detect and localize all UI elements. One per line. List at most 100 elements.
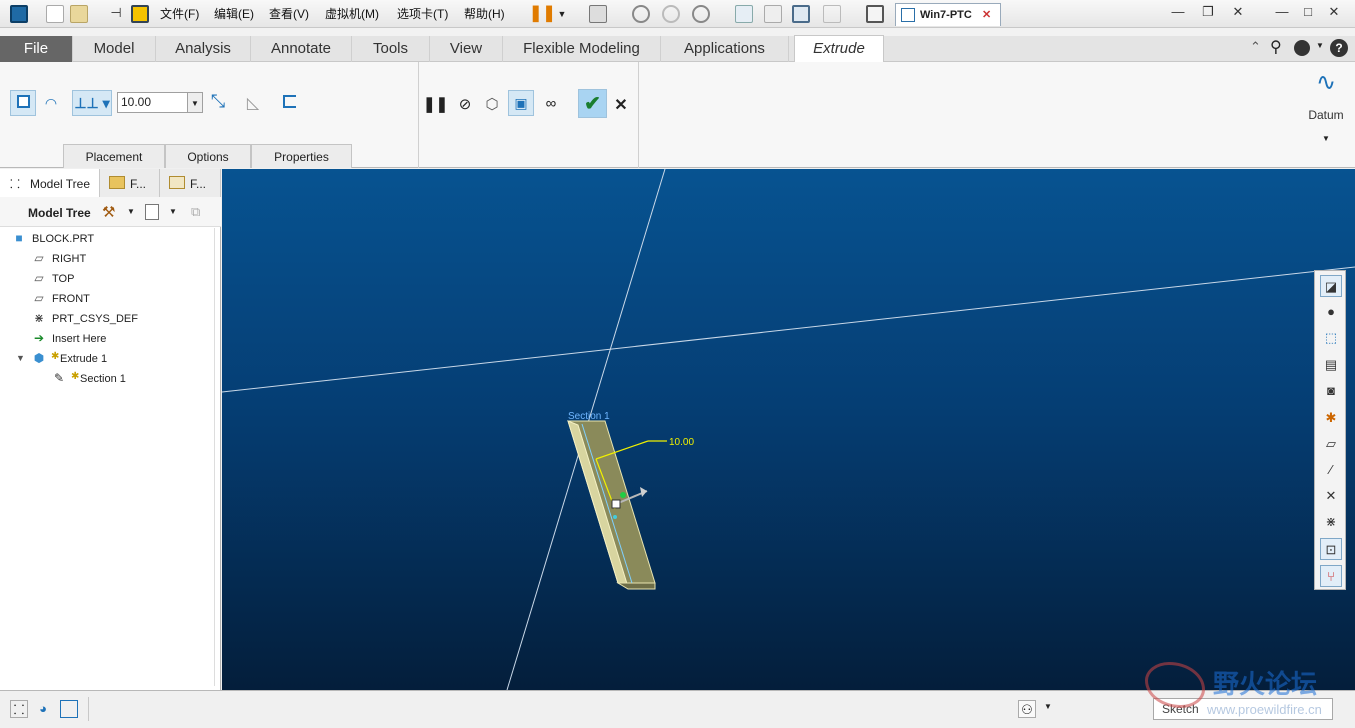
search-icon[interactable]: ⚲ [1270,37,1282,57]
csys-display-button[interactable]: ⋇ [1320,511,1342,533]
find-chevron-icon[interactable]: ▼ [1044,702,1052,711]
preview-feature-button[interactable]: ▣ [508,90,534,116]
settings-chevron-icon[interactable]: ▼ [127,207,135,216]
tab-folder-browser[interactable]: F... [100,169,160,197]
vm-restore-button[interactable]: ❐ [1196,4,1220,22]
tree-item[interactable]: ✎ ✱ Section 1 [0,370,210,388]
ok-button[interactable]: ✔ [578,89,607,118]
settings-hammer-icon[interactable]: ⚒ [102,203,115,221]
snapshot-icon[interactable] [632,5,650,23]
menu-help[interactable]: 帮助(H) [464,5,505,22]
tree-item[interactable]: ▼ ⬢ ✱ Extrude 1 [0,350,210,368]
unity-icon[interactable] [823,5,841,23]
new-file-icon[interactable] [46,5,64,23]
point-display-button[interactable]: ✕ [1320,485,1342,507]
flip-direction-button[interactable]: ⤡ [205,90,231,116]
console-view-icon[interactable] [866,5,884,23]
appearance-button[interactable]: ● [1320,301,1342,323]
app-maximize-button[interactable]: □ [1296,4,1320,22]
tab-placement[interactable]: Placement [63,144,165,168]
vm-close-button[interactable]: ✕ [1226,4,1250,22]
selection-filter-select[interactable]: Sketch [1153,698,1333,720]
perspective-button[interactable]: ◙ [1320,380,1342,402]
menu-edit[interactable]: 编辑(E) [214,5,254,22]
pin-icon[interactable]: ⊣ [107,5,125,23]
surface-extrude-button[interactable]: ◠ [38,90,64,116]
info-icon[interactable]: ? [1330,39,1348,57]
annotation-display-button[interactable]: ⑂ [1320,565,1342,587]
tab-options[interactable]: Options [165,144,251,168]
tree-item[interactable]: ➔ Insert Here [0,330,210,348]
send-keys-icon[interactable] [589,5,607,23]
tab-favorites[interactable]: F... [160,169,221,197]
help-icon[interactable] [1294,40,1310,56]
depth-type-button[interactable]: ⊥⊥ ▾ [72,90,112,116]
cancel-button[interactable]: ✕ [608,90,634,116]
tab-view[interactable]: View [430,36,503,62]
help-menu-chevron-icon[interactable]: ▼ [1316,41,1324,50]
chevron-down-icon[interactable]: ▼ [553,5,571,23]
fullscreen-icon[interactable] [792,5,810,23]
show-list-icon[interactable] [145,204,159,220]
tree-item[interactable]: ■ BLOCK.PRT [0,230,210,248]
spin-center-button[interactable]: ⊡ [1320,538,1342,560]
solid-extrude-button[interactable] [10,90,36,116]
graphics-window[interactable]: Section 1 10.00 [222,169,1355,690]
view-manager-button[interactable]: ▤ [1320,354,1342,376]
verify-mode-button[interactable]: ∞ [538,90,564,116]
expand-triangle-icon[interactable]: ▼ [16,353,25,363]
app-minimize-button[interactable]: — [1270,4,1294,22]
tab-applications[interactable]: Applications [661,36,789,62]
tab-tools[interactable]: Tools [352,36,430,62]
axis-display-button[interactable]: ⁄ [1320,459,1342,481]
no-preview-button[interactable]: ⊘ [452,90,478,116]
flip-direction-icon: ⤡ [210,91,226,111]
datum-display-button[interactable]: ✱ [1320,407,1342,429]
vm-minimize-button[interactable]: — [1166,4,1190,22]
tab-extrude[interactable]: Extrude [794,35,884,62]
navigator-toggle-icon[interactable]: ⸬ [10,700,28,718]
manage-snapshots-icon[interactable] [692,5,710,23]
depth-value-input[interactable]: 10.00 [117,92,191,113]
vmware-icon[interactable] [131,5,149,23]
menu-vm[interactable]: 虚拟机(M) [325,5,379,22]
tree-item[interactable]: ▱ RIGHT [0,250,210,268]
pause-icon[interactable]: ❚❚ [529,5,556,23]
plane-display-button[interactable]: ▱ [1320,433,1342,455]
app-close-button[interactable]: ✕ [1322,4,1346,22]
vm-tab-close-icon[interactable]: ✕ [982,8,991,21]
sidebar-toggle-icon[interactable] [735,5,753,23]
tab-flexible-modeling[interactable]: Flexible Modeling [503,36,661,62]
menu-file[interactable]: 文件(F) [160,5,199,22]
revert-snapshot-icon[interactable] [662,5,680,23]
viewport-canvas[interactable]: Section 1 10.00 [222,169,1355,690]
datum-button[interactable]: ∿ Datum ▼ [1303,68,1349,143]
browser-toggle-icon[interactable]: ◕ [34,700,52,718]
open-folder-icon[interactable] [70,5,88,23]
tree-item[interactable]: ▱ FRONT [0,290,210,308]
tab-model[interactable]: Model [73,36,156,62]
tab-annotate[interactable]: Annotate [251,36,352,62]
tab-properties[interactable]: Properties [251,144,352,168]
find-binoculars-icon[interactable]: ⚇ [1018,700,1036,718]
thicken-sketch-button[interactable] [276,90,302,116]
collapse-ribbon-icon[interactable]: ⌃ [1250,39,1261,55]
pause-button[interactable]: ❚❚ [422,90,448,116]
tab-model-tree[interactable]: ⸬ Model Tree [0,169,100,197]
depth-dropdown-chevron-icon[interactable]: ▼ [187,92,203,113]
menu-view[interactable]: 查看(V) [269,5,309,22]
show-chevron-icon[interactable]: ▼ [169,207,177,216]
tab-file[interactable]: File [0,36,73,62]
thumbnail-icon[interactable] [764,5,782,23]
fullscreen-toggle-icon[interactable] [60,700,78,718]
filter-icon[interactable]: ⧉ [191,204,200,220]
menu-tabs[interactable]: 选项卡(T) [397,5,448,22]
tab-analysis[interactable]: Analysis [156,36,251,62]
preview-geometry-button[interactable]: ⬡ [479,90,505,116]
remove-material-button[interactable]: ◺ [240,90,266,116]
vm-tab[interactable]: Win7-PTC ✕ [895,3,1001,26]
tree-item[interactable]: ⋇ PRT_CSYS_DEF [0,310,210,328]
saved-orientations-button[interactable]: ⬚ [1320,327,1342,349]
shading-button[interactable]: ◪ [1320,275,1342,297]
tree-item[interactable]: ▱ TOP [0,270,210,288]
